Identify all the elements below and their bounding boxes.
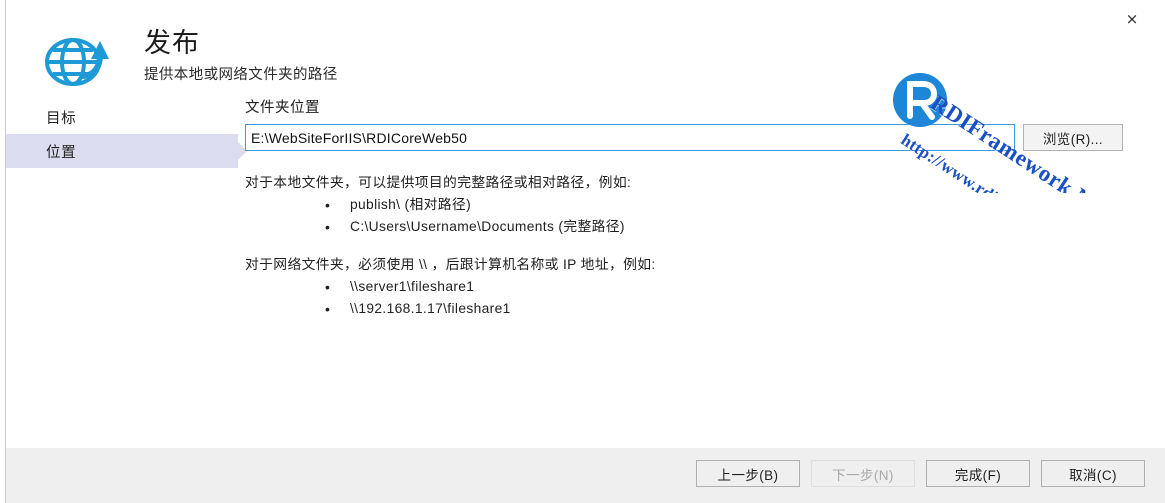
browse-button[interactable]: 浏览(R)... [1023, 124, 1123, 151]
sidebar-item-label: 位置 [46, 144, 77, 161]
globe-upload-icon [42, 29, 112, 95]
cancel-button[interactable]: 取消(C) [1041, 460, 1145, 487]
help-network-intro: 对于网络文件夹，必须使用 \\ ，后跟计算机名称或 IP 地址，例如: [245, 257, 656, 272]
list-item: C:\Users\Username\Documents (完整路径) [245, 216, 1145, 238]
folder-location-label: 文件夹位置 [245, 100, 320, 116]
list-item: publish\ (相对路径) [245, 194, 1145, 216]
folder-path-row: 浏览(R)... [245, 124, 1145, 151]
list-item: \\server1\fileshare1 [245, 276, 1145, 298]
publish-dialog: × 发布 提供本地或网络文件夹的路径 目标 位置 文件夹位置 E:\WebSit… [0, 0, 1165, 503]
folder-path-input[interactable] [245, 124, 1015, 151]
finish-button[interactable]: 完成(F) [926, 460, 1030, 487]
help-text-block: 对于本地文件夹，可以提供项目的完整路径或相对路径，例如: publish\ (相… [245, 172, 1145, 320]
wizard-sidebar: 目标 位置 [6, 100, 247, 168]
previous-button[interactable]: 上一步(B) [696, 460, 800, 487]
help-local-intro: 对于本地文件夹，可以提供项目的完整路径或相对路径，例如: [245, 175, 632, 190]
sidebar-item-target[interactable]: 目标 [6, 100, 238, 134]
sidebar-item-location[interactable]: 位置 [6, 134, 247, 168]
footer-button-group: 上一步(B) 下一步(N) 完成(F) 取消(C) [696, 460, 1145, 487]
dialog-content: 文件夹位置 浏览(R)... 对于本地文件夹，可以提供项目的完整路径或相对路径，… [245, 98, 1145, 320]
help-spacer [245, 238, 1145, 254]
next-button: 下一步(N) [811, 460, 915, 487]
page-subtitle: 提供本地或网络文件夹的路径 [144, 67, 338, 83]
help-local-list: publish\ (相对路径) C:\Users\Username\Docume… [245, 194, 1145, 238]
page-title: 发布 [144, 28, 200, 58]
dialog-footer: 上一步(B) 下一步(N) 完成(F) 取消(C) [6, 448, 1165, 503]
dialog-header: 发布 提供本地或网络文件夹的路径 [0, 0, 1165, 96]
list-item: \\192.168.1.17\fileshare1 [245, 298, 1145, 320]
help-network-list: \\server1\fileshare1 \\192.168.1.17\file… [245, 276, 1145, 320]
sidebar-item-label: 目标 [46, 110, 77, 127]
header-text-group: 发布 提供本地或网络文件夹的路径 [144, 26, 338, 86]
